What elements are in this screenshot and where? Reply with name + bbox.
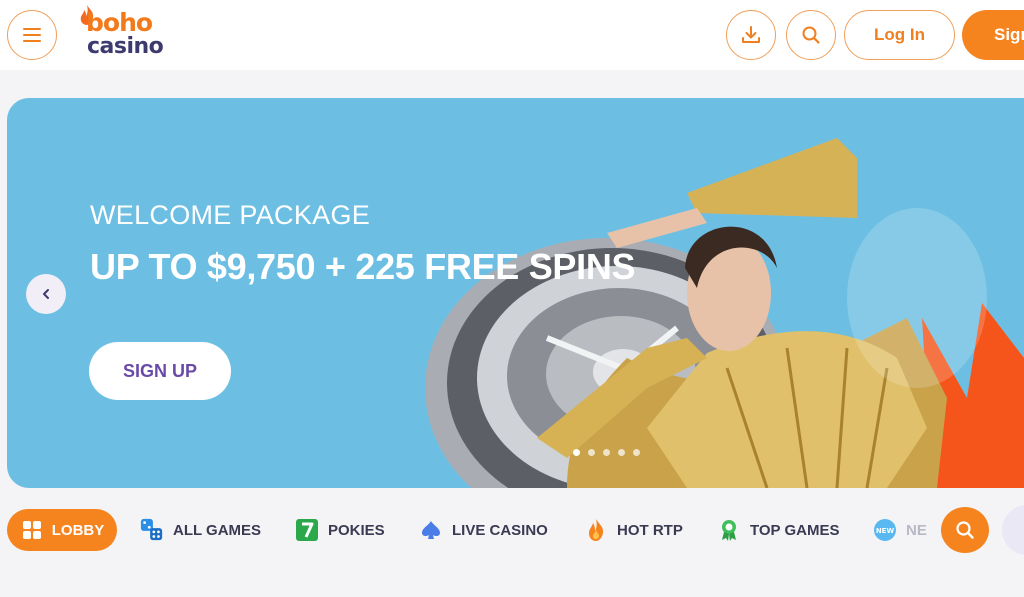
banner-subtitle: WELCOME PACKAGE bbox=[90, 200, 371, 230]
banner-artwork bbox=[425, 138, 1024, 488]
carousel-dot[interactable] bbox=[588, 449, 595, 456]
promo-banner[interactable]: WELCOME PACKAGE UP TO $9,750 + 225 FREE … bbox=[7, 98, 1024, 488]
tab-label: NE bbox=[906, 521, 927, 539]
tab-pokies[interactable]: POKIES bbox=[295, 510, 385, 550]
carousel-prev-button[interactable] bbox=[26, 274, 66, 314]
download-button[interactable] bbox=[726, 10, 776, 60]
carousel-dot[interactable] bbox=[603, 449, 610, 456]
spade-icon bbox=[419, 518, 443, 542]
category-nav: LOBBY ALL GAMES POKIES LIVE CASINO HOT R… bbox=[0, 500, 1024, 560]
header-search-button[interactable] bbox=[786, 10, 836, 60]
new-badge-icon: NEW bbox=[873, 518, 897, 542]
carousel-dots bbox=[573, 449, 640, 456]
logo-wordmark-bottom: casino bbox=[87, 34, 164, 59]
svg-text:NEW: NEW bbox=[876, 527, 895, 535]
tab-all-games[interactable]: ALL GAMES bbox=[140, 510, 261, 550]
tab-label: TOP GAMES bbox=[750, 521, 840, 539]
tab-live-casino[interactable]: LIVE CASINO bbox=[419, 510, 548, 550]
login-button[interactable]: Log In bbox=[844, 10, 955, 60]
dice-icon bbox=[140, 518, 164, 542]
tab-label: LIVE CASINO bbox=[452, 521, 548, 539]
hamburger-icon bbox=[23, 28, 41, 42]
brand-logo[interactable]: boho casino bbox=[78, 4, 178, 64]
tab-label: POKIES bbox=[328, 521, 385, 539]
tab-label: ALL GAMES bbox=[173, 521, 262, 539]
menu-button[interactable] bbox=[7, 10, 57, 60]
tab-hot-rtp[interactable]: HOT RTP bbox=[584, 510, 683, 550]
chevron-left-icon bbox=[43, 289, 49, 299]
tab-label: HOT RTP bbox=[617, 521, 683, 539]
games-search-button[interactable] bbox=[941, 507, 989, 553]
banner-title: UP TO $9,750 + 225 FREE SPINS bbox=[90, 246, 636, 287]
site-header: boho casino Log In Sign bbox=[0, 0, 1024, 70]
signup-header-button[interactable]: Sign bbox=[962, 10, 1024, 60]
carousel-dot[interactable] bbox=[633, 449, 640, 456]
search-icon bbox=[956, 521, 974, 539]
logo-wordmark-top: boho bbox=[86, 8, 153, 37]
tab-new[interactable]: NEW NE bbox=[873, 510, 927, 550]
carousel-dot[interactable] bbox=[618, 449, 625, 456]
carousel-dot[interactable] bbox=[573, 449, 580, 456]
tab-top-games[interactable]: TOP GAMES bbox=[717, 510, 839, 550]
banner-signup-button[interactable]: SIGN UP bbox=[89, 342, 231, 400]
download-icon bbox=[742, 26, 760, 43]
flame-icon bbox=[584, 518, 608, 542]
search-icon bbox=[802, 26, 820, 44]
tab-lobby[interactable]: LOBBY bbox=[7, 509, 117, 551]
grid-icon bbox=[20, 518, 44, 542]
seven-icon bbox=[295, 518, 319, 542]
award-icon bbox=[717, 518, 741, 542]
tab-label: LOBBY bbox=[51, 521, 105, 539]
